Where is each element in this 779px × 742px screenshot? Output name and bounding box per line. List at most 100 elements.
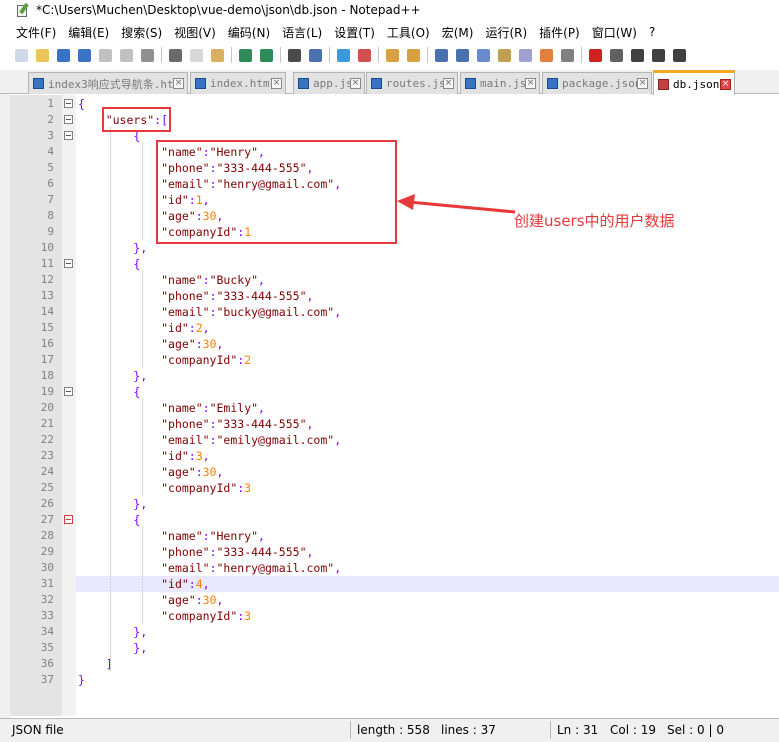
code-line[interactable]: 14 "email":"bucky@gmail.com", (10, 304, 779, 320)
code-line[interactable]: 13 "phone":"333-444-555", (10, 288, 779, 304)
code-line[interactable]: 24 "age":30, (10, 464, 779, 480)
indent-guide-icon[interactable] (474, 46, 492, 64)
code-line[interactable]: 20 "name":"Emily", (10, 400, 779, 416)
menu-item[interactable]: 运行(R) (485, 24, 527, 41)
tab-label: package.json (562, 77, 637, 90)
code-line[interactable]: 28 "name":"Henry", (10, 528, 779, 544)
code-line[interactable]: 34 }, (10, 624, 779, 640)
fold-toggle-icon[interactable] (64, 515, 73, 524)
record-macro-icon[interactable] (586, 46, 604, 64)
code-line[interactable]: 36 ] (10, 656, 779, 672)
code-line[interactable]: 25 "companyId":3 (10, 480, 779, 496)
code-line[interactable]: 32 "age":30, (10, 592, 779, 608)
redo-icon[interactable] (257, 46, 275, 64)
menu-item[interactable]: ? (649, 25, 655, 39)
find-icon[interactable] (285, 46, 303, 64)
print-icon[interactable] (138, 46, 156, 64)
tab-index3-html[interactable]: index3响应式导航条.html × (28, 72, 188, 94)
sync-horizontal-icon[interactable] (404, 46, 422, 64)
code-line[interactable]: 27 { (10, 512, 779, 528)
code-line[interactable]: 16 "age":30, (10, 336, 779, 352)
code-line[interactable]: 35 }, (10, 640, 779, 656)
fold-toggle-icon[interactable] (64, 259, 73, 268)
tab-db-json[interactable]: db.json × (653, 70, 735, 95)
save-all-icon[interactable] (75, 46, 93, 64)
code-line[interactable]: 33 "companyId":3 (10, 608, 779, 624)
code-line[interactable]: 37} (10, 672, 779, 688)
code-line[interactable]: 21 "phone":"333-444-555", (10, 416, 779, 432)
menu-item[interactable]: 语言(L) (282, 24, 322, 41)
function-list-icon[interactable] (516, 46, 534, 64)
zoom-out-icon[interactable] (355, 46, 373, 64)
line-number: 18 (40, 369, 54, 382)
tab-main-js[interactable]: main.js × (460, 72, 540, 94)
close-tab-icon[interactable]: × (637, 78, 648, 89)
menu-item[interactable]: 宏(M) (442, 24, 474, 41)
close-tab-icon[interactable]: × (443, 78, 454, 89)
close-tab-icon[interactable]: × (720, 78, 731, 90)
code-line[interactable]: 11 { (10, 256, 779, 272)
tab-app-js[interactable]: app.js × (293, 72, 365, 94)
menu-item[interactable]: 视图(V) (174, 24, 216, 41)
menu-item[interactable]: 设置(T) (334, 24, 375, 41)
fold-toggle-icon[interactable] (64, 131, 73, 140)
code-line[interactable]: 19 { (10, 384, 779, 400)
run-macro-multiple-icon[interactable] (649, 46, 667, 64)
sync-vertical-icon[interactable] (383, 46, 401, 64)
fold-toggle-icon[interactable] (64, 99, 73, 108)
folder-workspace-icon[interactable] (537, 46, 555, 64)
save-icon[interactable] (54, 46, 72, 64)
monitor-icon[interactable] (558, 46, 576, 64)
fold-toggle-icon[interactable] (64, 115, 73, 124)
menu-item[interactable]: 文件(F) (16, 24, 56, 41)
status-line-number: Ln : 31 (557, 723, 599, 737)
close-icon[interactable] (96, 46, 114, 64)
code-text: "age":30, (161, 337, 224, 351)
code-text: "age":30, (161, 593, 224, 607)
close-all-icon[interactable] (117, 46, 135, 64)
menu-item[interactable]: 插件(P) (539, 24, 580, 41)
menu-item[interactable]: 搜索(S) (121, 24, 162, 41)
code-text: "name":"Henry", (161, 529, 265, 543)
doc-map-icon[interactable] (495, 46, 513, 64)
open-file-icon[interactable] (33, 46, 51, 64)
copy-icon[interactable] (187, 46, 205, 64)
close-tab-icon[interactable]: × (350, 78, 361, 89)
stop-macro-icon[interactable] (607, 46, 625, 64)
new-file-icon[interactable] (12, 46, 30, 64)
code-line[interactable]: 12 "name":"Bucky", (10, 272, 779, 288)
menu-item[interactable]: 窗口(W) (592, 24, 637, 41)
undo-icon[interactable] (236, 46, 254, 64)
code-line[interactable]: 31 "id":4, (10, 576, 779, 592)
line-number: 24 (40, 465, 54, 478)
code-line[interactable]: 18 }, (10, 368, 779, 384)
zoom-in-icon[interactable] (334, 46, 352, 64)
code-line[interactable]: 22 "email":"emily@gmail.com", (10, 432, 779, 448)
replace-icon[interactable] (306, 46, 324, 64)
menu-item[interactable]: 编码(N) (228, 24, 270, 41)
play-macro-icon[interactable] (628, 46, 646, 64)
close-tab-icon[interactable]: × (271, 78, 282, 89)
line-number: 31 (40, 577, 54, 590)
menu-item[interactable]: 编辑(E) (68, 24, 109, 41)
menu-item[interactable]: 工具(O) (387, 24, 430, 41)
paste-icon[interactable] (208, 46, 226, 64)
status-lines: lines : 37 (441, 723, 496, 737)
code-line[interactable]: 23 "id":3, (10, 448, 779, 464)
close-tab-icon[interactable]: × (173, 78, 184, 89)
code-text: } (78, 673, 85, 687)
cut-icon[interactable] (166, 46, 184, 64)
tab-package-json[interactable]: package.json × (542, 72, 652, 94)
close-tab-icon[interactable]: × (525, 78, 536, 89)
code-line[interactable]: 29 "phone":"333-444-555", (10, 544, 779, 560)
word-wrap-icon[interactable] (432, 46, 450, 64)
tab-routes-js[interactable]: routes.js × (366, 72, 458, 94)
show-all-chars-icon[interactable] (453, 46, 471, 64)
tab-index-html[interactable]: index.html × (190, 72, 286, 94)
code-line[interactable]: 26 }, (10, 496, 779, 512)
code-line[interactable]: 30 "email":"henry@gmail.com", (10, 560, 779, 576)
fold-toggle-icon[interactable] (64, 387, 73, 396)
code-line[interactable]: 17 "companyId":2 (10, 352, 779, 368)
code-line[interactable]: 15 "id":2, (10, 320, 779, 336)
save-macro-icon[interactable] (670, 46, 688, 64)
